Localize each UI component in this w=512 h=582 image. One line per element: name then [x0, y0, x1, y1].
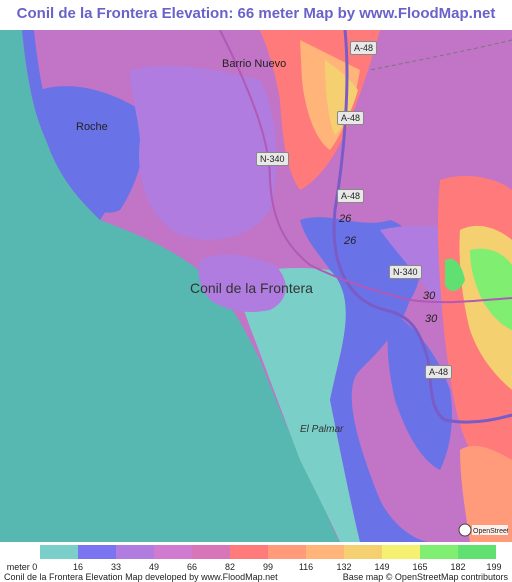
legend-swatch — [344, 545, 382, 559]
legend-swatch — [78, 545, 116, 559]
town-label-barrio-nuevo[interactable]: Barrio Nuevo — [222, 58, 286, 70]
legend-tick: 99 — [262, 562, 274, 572]
legend-tick: 82 — [224, 562, 236, 572]
road-label-n340-2: N-340 — [389, 265, 422, 279]
legend-swatch — [192, 545, 230, 559]
road-label-a48-2: A-48 — [337, 111, 365, 125]
town-label-conil[interactable]: Conil de la Frontera — [190, 280, 313, 296]
legend-swatch — [458, 545, 496, 559]
road-number-26-a: 26 — [339, 213, 352, 225]
openstreetmap-logo[interactable]: OpenStreetMap — [458, 522, 512, 538]
road-label-a48-3: A-48 — [337, 189, 365, 203]
legend-unit-label: meter 0 — [6, 562, 38, 572]
legend-tick: 66 — [186, 562, 198, 572]
osm-logo-icon: OpenStreetMap — [458, 523, 512, 537]
legend-swatch — [154, 545, 192, 559]
road-label-n340-1: N-340 — [256, 152, 289, 166]
credit-floodmap[interactable]: Conil de la Frontera Elevation Map devel… — [4, 572, 278, 582]
elevation-map[interactable]: Conil de la Frontera Barrio Nuevo Roche … — [0, 30, 512, 542]
legend-tick: 16 — [72, 562, 84, 572]
legend-color-bar — [40, 545, 496, 559]
road-label-a48-1: A-48 — [350, 41, 378, 55]
legend-tick: 33 — [110, 562, 122, 572]
credit-osm[interactable]: Base map © OpenStreetMap contributors — [343, 572, 508, 582]
legend-tick: 149 — [374, 562, 390, 572]
map-title: Conil de la Frontera Elevation: 66 meter… — [16, 5, 496, 50]
legend-tick: 165 — [412, 562, 428, 572]
legend-tick: 182 — [450, 562, 466, 572]
town-label-roche[interactable]: Roche — [76, 121, 108, 133]
elevation-legend: meter 0 16 33 49 66 82 99 116 132 149 16… — [0, 542, 512, 582]
legend-tick: 116 — [298, 562, 314, 572]
legend-swatch — [420, 545, 458, 559]
osm-logo-text: OpenStreetMap — [473, 528, 508, 535]
legend-tick: 199 — [486, 562, 502, 572]
place-label-el-palmar[interactable]: El Palmar — [300, 424, 343, 435]
legend-swatch — [382, 545, 420, 559]
legend-tick: 132 — [336, 562, 352, 572]
legend-swatch — [306, 545, 344, 559]
road-number-26-b: 26 — [344, 235, 357, 247]
road-number-30-b: 30 — [425, 313, 438, 325]
legend-swatch — [116, 545, 154, 559]
legend-swatch — [268, 545, 306, 559]
road-label-a48-4: A-48 — [425, 365, 453, 379]
legend-swatch — [230, 545, 268, 559]
legend-tick: 49 — [148, 562, 160, 572]
legend-swatch — [40, 545, 78, 559]
road-number-30-a: 30 — [423, 290, 436, 302]
